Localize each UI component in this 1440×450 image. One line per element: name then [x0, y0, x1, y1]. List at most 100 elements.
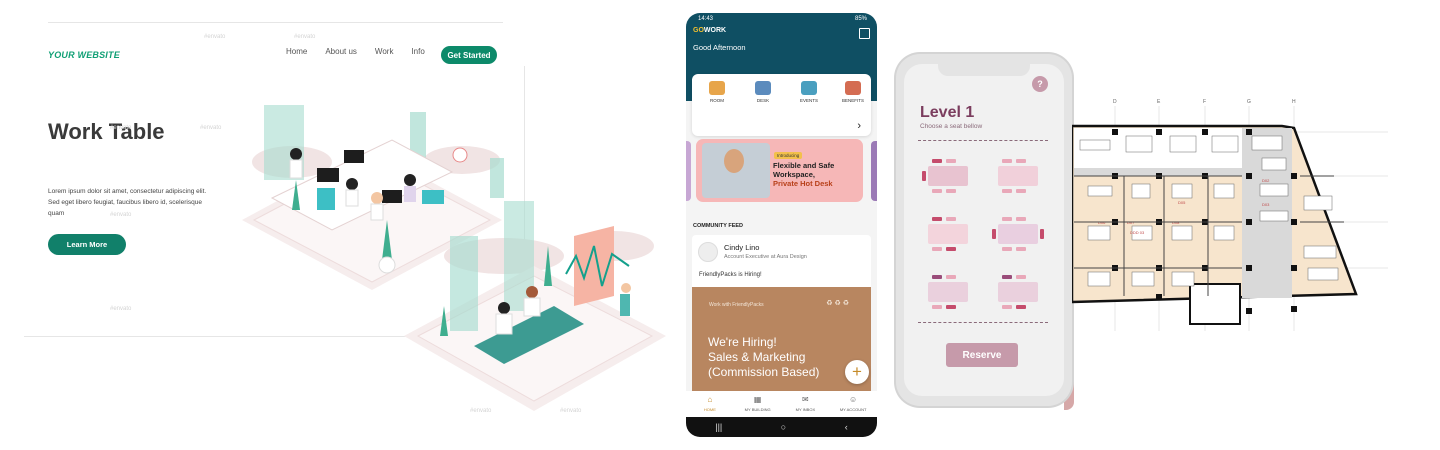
seat[interactable] — [946, 159, 956, 163]
seat[interactable] — [946, 275, 956, 279]
post-author[interactable]: Cindy Lino — [724, 243, 759, 252]
seat[interactable] — [932, 247, 942, 251]
watermark-text: #envato — [204, 34, 226, 40]
seat[interactable] — [932, 275, 942, 279]
watermark-text: #envato — [294, 34, 316, 40]
status-time: 14:43 — [698, 16, 714, 22]
grid-column-label: D — [1113, 99, 1117, 105]
level-title: Level 1 — [920, 104, 975, 121]
promo-carousel[interactable]: Introducing Flexible and Safe Workspace,… — [686, 139, 877, 203]
table — [928, 282, 968, 302]
person-image — [724, 149, 744, 173]
room-label: D05 — [1178, 200, 1186, 205]
seat[interactable] — [1016, 275, 1026, 279]
greeting-text: Good Afternoon — [693, 43, 746, 52]
seat[interactable] — [1002, 247, 1012, 251]
seat[interactable] — [1002, 305, 1012, 309]
seat[interactable] — [946, 189, 956, 193]
divider — [918, 140, 1048, 141]
seat[interactable] — [1016, 247, 1026, 251]
learn-more-button[interactable]: Learn More — [48, 234, 126, 255]
tab-my-building[interactable]: ▦ MY BUILDING — [734, 391, 782, 417]
seat[interactable] — [1016, 189, 1026, 193]
seat-table[interactable] — [922, 158, 974, 194]
category-benefits[interactable]: BENEFITS — [838, 81, 868, 103]
seat[interactable] — [932, 217, 942, 221]
seat[interactable] — [922, 171, 926, 181]
get-started-button[interactable]: Get Started — [441, 46, 497, 64]
seat[interactable] — [932, 159, 942, 163]
seat[interactable] — [946, 217, 956, 221]
grid-column-label: G — [1247, 99, 1251, 105]
post-text: FriendlyPacks is Hiring! — [699, 272, 762, 278]
seat[interactable] — [1040, 229, 1044, 239]
watermark-text: #envato — [110, 212, 132, 218]
category-events[interactable]: EVENTS — [794, 81, 824, 103]
nav-work[interactable]: Work — [375, 47, 394, 56]
reserve-button[interactable]: Reserve — [946, 343, 1018, 367]
desk-icon — [755, 81, 771, 95]
table — [998, 282, 1038, 302]
avatar[interactable] — [698, 242, 718, 262]
nav-info[interactable]: Info — [411, 47, 424, 56]
home-button-icon[interactable]: ○ — [781, 422, 786, 432]
seat-table[interactable] — [922, 216, 974, 252]
home-icon: ⌂ — [707, 395, 713, 404]
seat[interactable] — [1002, 217, 1012, 221]
table — [928, 166, 968, 186]
seat[interactable] — [1002, 275, 1012, 279]
nav-home[interactable]: Home — [286, 47, 307, 56]
events-icon — [801, 81, 817, 95]
qr-code-icon[interactable] — [859, 28, 870, 39]
tab-home[interactable]: ⌂ HOME — [686, 391, 734, 417]
seat-booking-phone: ? Level 1 Choose a seat bellow Reserve — [896, 54, 1072, 406]
android-nav-bar: ||| ○ ‹ — [686, 417, 877, 437]
seat-table[interactable] — [992, 158, 1044, 194]
seat[interactable] — [946, 305, 956, 309]
account-icon: ☺ — [849, 395, 858, 404]
seat[interactable] — [1002, 189, 1012, 193]
level-subtitle: Choose a seat bellow — [920, 123, 983, 130]
carousel-prev-card[interactable] — [686, 141, 691, 201]
tab-my-inbox[interactable]: ✉ MY INBOX — [782, 391, 830, 417]
seat[interactable] — [932, 305, 942, 309]
feed-heading: COMMUNITY FEED — [693, 223, 744, 229]
inbox-icon: ✉ — [802, 395, 809, 404]
banner-tag: Introducing — [774, 152, 803, 159]
banner-title: Flexible and Safe Workspace, Private Hot… — [773, 161, 835, 188]
feed-post[interactable]: Cindy Lino Account Executive at Aura Des… — [692, 235, 871, 415]
seat[interactable] — [1016, 159, 1026, 163]
seat-table[interactable] — [992, 216, 1044, 252]
add-post-button[interactable]: + — [845, 360, 869, 384]
nav-about[interactable]: About us — [325, 47, 357, 56]
seat[interactable] — [1016, 217, 1026, 221]
watermark-text: #envato — [200, 125, 222, 131]
seat-booking-screen: ? Level 1 Choose a seat bellow Reserve — [904, 64, 1064, 396]
post-author-role: Account Executive at Aura Design — [724, 254, 807, 260]
help-button[interactable]: ? — [1032, 76, 1048, 92]
floor-plan: D E F G H D06 D07 D08 D02 D03 D05 DDD 03 — [1072, 99, 1388, 331]
chevron-right-icon[interactable]: › — [857, 120, 861, 132]
recycle-icon: ♻ ♻ ♻ — [826, 300, 849, 307]
seat[interactable] — [1016, 305, 1026, 309]
seat[interactable] — [932, 189, 942, 193]
category-room[interactable]: ROOM — [702, 81, 732, 103]
category-card: ROOM DESK EVENTS BENEFITS › — [692, 74, 871, 136]
carousel-next-card[interactable] — [871, 141, 877, 201]
seat[interactable] — [992, 229, 996, 239]
promo-banner[interactable]: Introducing Flexible and Safe Workspace,… — [696, 139, 863, 202]
meeting-illustration — [404, 201, 666, 411]
back-icon[interactable]: ‹ — [845, 422, 848, 432]
gowork-phone: 14:43 85% GOWORK Good Afternoon ROOM DES… — [686, 13, 877, 437]
battery-level: 85% — [854, 16, 867, 22]
recent-apps-icon[interactable]: ||| — [715, 422, 722, 432]
category-desk[interactable]: DESK — [748, 81, 778, 103]
tab-my-account[interactable]: ☺ MY ACCOUNT — [829, 391, 877, 417]
seat-table[interactable] — [922, 274, 974, 310]
divider — [48, 22, 503, 23]
seat[interactable] — [946, 247, 956, 251]
seat-table[interactable] — [992, 274, 1044, 310]
main-nav: Home About us Work Info — [286, 47, 425, 56]
brand-logo[interactable]: YOUR WEBSITE — [48, 50, 120, 60]
seat[interactable] — [1002, 159, 1012, 163]
